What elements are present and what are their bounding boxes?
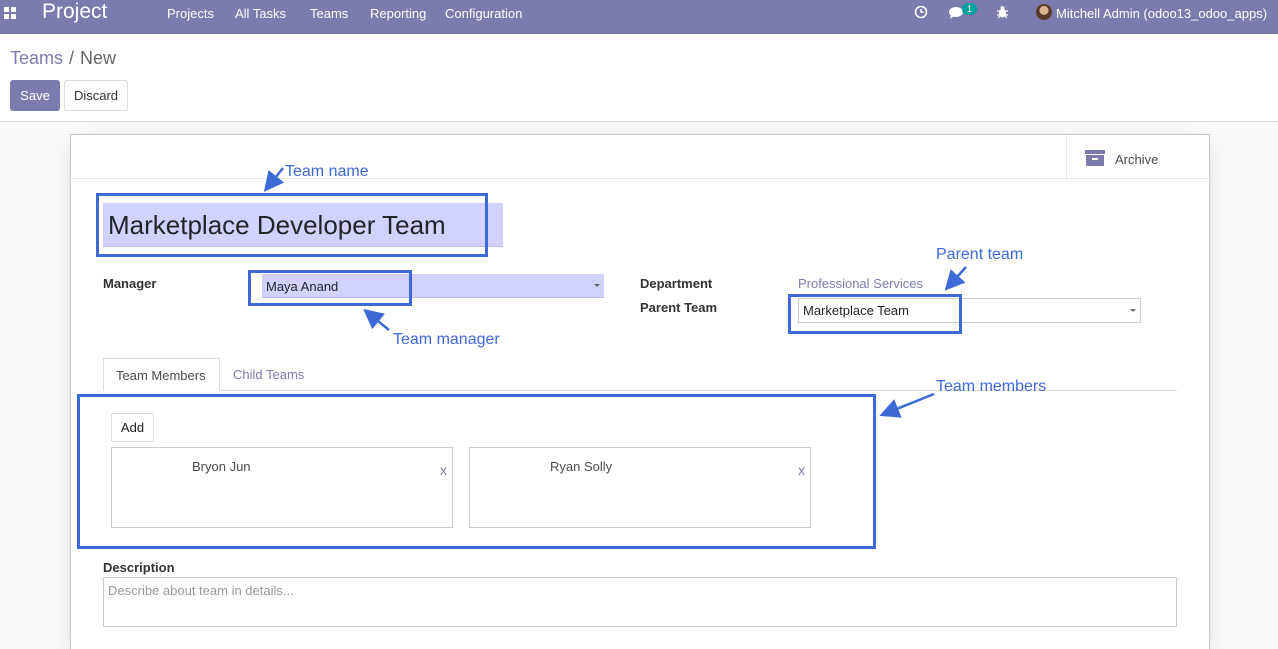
tab-child-teams[interactable]: Child Teams — [233, 367, 304, 382]
department-link[interactable]: Professional Services — [798, 276, 923, 291]
user-menu[interactable]: Mitchell Admin (odoo13_odoo_apps) — [1056, 6, 1267, 21]
team-name-annotation: Team name — [285, 163, 369, 180]
apps-icon[interactable] — [4, 7, 18, 21]
description-input[interactable]: Describe about team in details... — [103, 577, 1177, 627]
app-brand: Project — [42, 0, 108, 23]
menu-configuration[interactable]: Configuration — [445, 6, 522, 21]
breadcrumb: Teams / New — [10, 48, 116, 69]
team-name-highlight-box — [96, 193, 488, 257]
discard-button[interactable]: Discard — [64, 80, 128, 111]
breadcrumb-separator: / — [69, 48, 75, 68]
caret-down-icon — [594, 284, 600, 287]
parent-team-annotation: Parent team — [936, 246, 1024, 263]
department-label: Department — [640, 276, 713, 291]
user-avatar[interactable] — [1036, 4, 1052, 20]
menu-reporting[interactable]: Reporting — [370, 6, 426, 21]
parent-team-highlight-box — [788, 294, 962, 334]
team-members-annotation: Team members — [936, 378, 1047, 395]
menu-all-tasks[interactable]: All Tasks — [235, 6, 286, 21]
button-box-divider — [71, 178, 1209, 179]
team-manager-highlight-box — [248, 270, 412, 306]
caret-down-icon — [1130, 309, 1136, 312]
team-members-highlight-box — [77, 394, 876, 549]
message-count-badge: 1 — [962, 3, 977, 15]
save-button[interactable]: Save — [10, 80, 60, 111]
bug-icon[interactable] — [996, 5, 1009, 19]
tab-team-members-label: Team Members — [116, 368, 206, 383]
top-navbar: Project Projects All Tasks Teams Reporti… — [0, 0, 1278, 34]
archive-button[interactable]: Archive — [1066, 135, 1209, 178]
team-manager-annotation: Team manager — [393, 331, 500, 348]
archive-label: Archive — [1115, 152, 1159, 167]
breadcrumb-current: New — [80, 48, 117, 68]
manager-label: Manager — [103, 276, 157, 291]
description-label: Description — [103, 560, 175, 575]
archive-icon — [1085, 150, 1105, 166]
clock-icon[interactable] — [914, 5, 928, 19]
menu-teams[interactable]: Teams — [310, 6, 348, 21]
description-placeholder: Describe about team in details... — [108, 583, 294, 598]
breadcrumb-teams-link[interactable]: Teams — [10, 48, 63, 68]
parent-team-label: Parent Team — [640, 300, 718, 315]
tab-team-members[interactable]: Team Members — [103, 358, 220, 391]
menu-projects[interactable]: Projects — [167, 6, 214, 21]
